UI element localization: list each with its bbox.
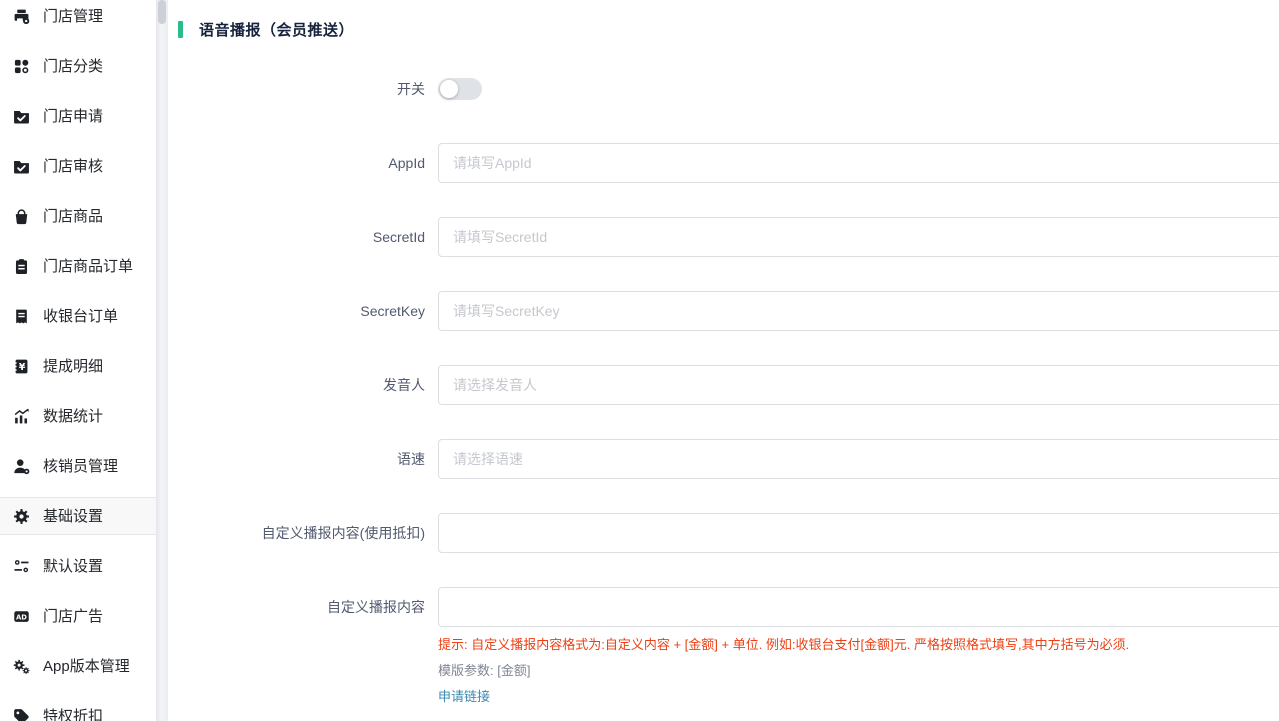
printer-store-icon	[13, 8, 30, 25]
sidebar-menu: 门店管理门店分类门店申请门店审核门店商品门店商品订单收银台订单提成明细数据统计核…	[0, 0, 156, 721]
receipt-icon	[13, 308, 30, 325]
sidebar-item-commission-detail[interactable]: 提成明细	[0, 341, 156, 391]
speech-rate-control	[438, 439, 1279, 479]
sidebar-item-label: 特权折扣	[43, 709, 103, 721]
person-gear-icon	[13, 458, 30, 475]
secret-id-input[interactable]	[438, 217, 1279, 257]
gear-icon	[13, 508, 30, 525]
sidebar-item-data-statistics[interactable]: 数据统计	[0, 391, 156, 441]
format-hint-text: 提示: 自定义播报内容格式为:自定义内容 + [金额] + 单位. 例如:收银台…	[438, 636, 1279, 654]
secret-key-label: SecretKey	[178, 303, 438, 319]
sidebar-item-store-goods[interactable]: 门店商品	[0, 191, 156, 241]
yen-ledger-icon	[13, 358, 30, 375]
custom-content-deduction-control	[438, 513, 1279, 553]
sidebar-item-cashier-orders[interactable]: 收银台订单	[0, 291, 156, 341]
sidebar-item-label: 基础设置	[43, 509, 103, 524]
sidebar-item-basic-settings[interactable]: 基础设置	[0, 497, 156, 535]
sidebar-item-label: 门店申请	[43, 109, 103, 124]
form-row-secret-key: SecretKey	[178, 274, 1279, 348]
options-list-icon	[13, 558, 30, 575]
sidebar-item-label: App版本管理	[43, 659, 130, 674]
switch-toggle-knob	[440, 80, 458, 98]
switch-control	[438, 78, 482, 100]
app-id-control	[438, 143, 1279, 183]
app-id-label: AppId	[178, 155, 438, 171]
sidebar-item-verifier-management[interactable]: 核销员管理	[0, 441, 156, 491]
custom-content-input[interactable]	[438, 587, 1279, 627]
custom-content-deduction-label: 自定义播报内容(使用抵扣)	[178, 523, 438, 543]
form-row-custom-content: 自定义播报内容提示: 自定义播报内容格式为:自定义内容 + [金额] + 单位.…	[178, 570, 1279, 710]
sidebar-item-default-settings[interactable]: 默认设置	[0, 541, 156, 591]
switch-label: 开关	[178, 79, 438, 99]
secret-id-control	[438, 217, 1279, 257]
sidebar-scrollbar-thumb[interactable]	[158, 0, 166, 24]
section-header: 语音播报（会员推送）	[178, 14, 1279, 44]
switch-toggle[interactable]	[438, 78, 482, 100]
form-row-speech-rate: 语速	[178, 422, 1279, 496]
secret-key-control	[438, 291, 1279, 331]
main-content: 语音播报（会员推送） 开关 AppId SecretId SecretKey 发音人语速…	[168, 0, 1279, 721]
sidebar-item-label: 提成明细	[43, 359, 103, 374]
shopping-bag-icon	[13, 208, 30, 225]
title-accent-bar	[178, 21, 183, 38]
secret-key-input[interactable]	[438, 291, 1279, 331]
apply-link[interactable]: 申请链接	[438, 688, 490, 706]
sidebar-item-store-management[interactable]: 门店管理	[0, 0, 156, 41]
sidebar-item-label: 门店广告	[43, 609, 103, 624]
sidebar-item-label: 核销员管理	[43, 459, 118, 474]
speech-rate-input[interactable]	[438, 439, 1279, 479]
settings-form: 开关 AppId SecretId SecretKey 发音人语速自定义播报内容(使用抵…	[178, 52, 1279, 710]
sidebar-item-store-review[interactable]: 门店审核	[0, 141, 156, 191]
form-row-switch: 开关	[178, 52, 1279, 126]
sidebar-item-label: 收银台订单	[43, 309, 118, 324]
sidebar-item-store-apply[interactable]: 门店申请	[0, 91, 156, 141]
stats-chart-icon	[13, 408, 30, 425]
sidebar-item-label: 默认设置	[43, 559, 103, 574]
cogs-icon	[13, 658, 30, 675]
secret-id-label: SecretId	[178, 229, 438, 245]
page-title: 语音播报（会员推送）	[199, 19, 354, 40]
voice-actor-input[interactable]	[438, 365, 1279, 405]
sidebar-item-privilege-discount[interactable]: 特权折扣	[0, 691, 156, 721]
template-param-text: 模版参数: [金额]	[438, 662, 1279, 680]
sidebar-item-label: 门店管理	[43, 9, 103, 24]
app-id-input[interactable]	[438, 143, 1279, 183]
sidebar-item-store-ads[interactable]: 门店广告	[0, 591, 156, 641]
form-row-custom-content-deduction: 自定义播报内容(使用抵扣)	[178, 496, 1279, 570]
form-row-secret-id: SecretId	[178, 200, 1279, 274]
sidebar-scrollbar	[156, 0, 168, 721]
voice-actor-label: 发音人	[178, 375, 438, 395]
price-tag-icon	[13, 708, 30, 721]
voice-actor-control	[438, 365, 1279, 405]
sidebar-item-label: 门店审核	[43, 159, 103, 174]
sidebar-item-label: 门店分类	[43, 59, 103, 74]
form-row-app-id: AppId	[178, 126, 1279, 200]
form-row-voice-actor: 发音人	[178, 348, 1279, 422]
category-grid-icon	[13, 58, 30, 75]
sidebar-item-app-version[interactable]: App版本管理	[0, 641, 156, 691]
folder-check-icon	[13, 158, 30, 175]
sidebar-item-label: 数据统计	[43, 409, 103, 424]
sidebar-item-label: 门店商品	[43, 209, 103, 224]
sidebar-item-store-goods-orders[interactable]: 门店商品订单	[0, 241, 156, 291]
custom-content-deduction-input[interactable]	[438, 513, 1279, 553]
custom-content-label: 自定义播报内容	[178, 587, 438, 627]
custom-content-control: 提示: 自定义播报内容格式为:自定义内容 + [金额] + 单位. 例如:收银台…	[438, 587, 1279, 706]
speech-rate-label: 语速	[178, 449, 438, 469]
clipboard-icon	[13, 258, 30, 275]
sidebar-item-label: 门店商品订单	[43, 259, 133, 274]
sidebar-item-store-category[interactable]: 门店分类	[0, 41, 156, 91]
ad-badge-icon	[13, 608, 30, 625]
folder-check-icon	[13, 108, 30, 125]
sidebar: 门店管理门店分类门店申请门店审核门店商品门店商品订单收银台订单提成明细数据统计核…	[0, 0, 156, 721]
